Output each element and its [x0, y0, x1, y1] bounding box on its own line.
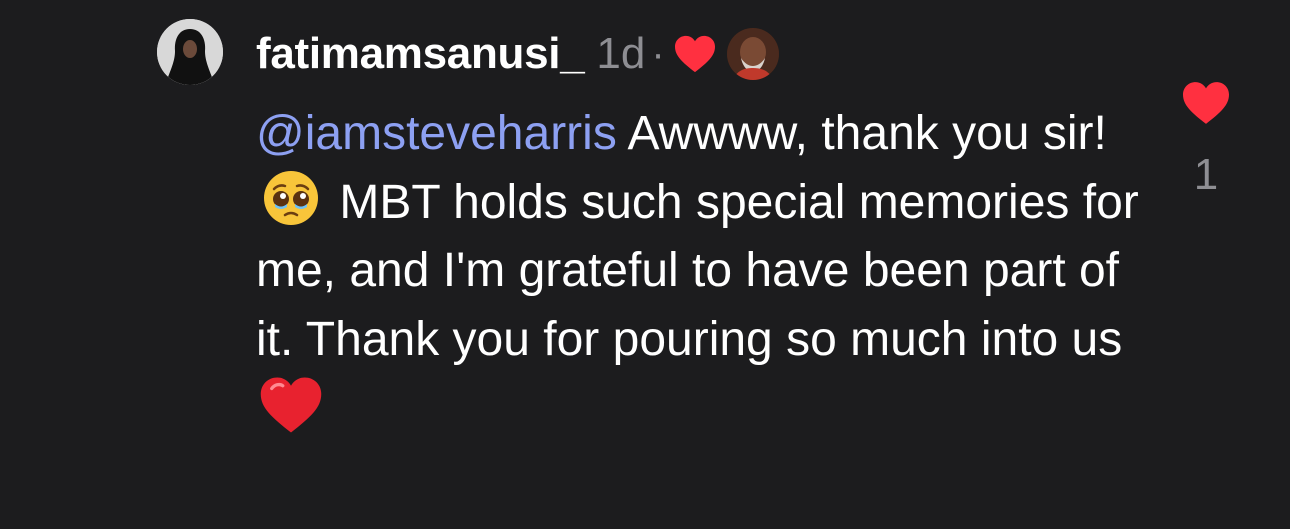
- like-count: 1: [1193, 150, 1219, 199]
- avatar-image: [157, 19, 223, 85]
- comment-text-part2: MBT holds such special memories for me, …: [256, 175, 1139, 366]
- comment-header: fatimamsanusi_ 1d ·: [256, 26, 779, 82]
- pleading-face-emoji-icon: [262, 169, 320, 227]
- commenter-avatar[interactable]: [157, 19, 223, 85]
- creator-avatar: [726, 28, 779, 80]
- comment-body: @iamsteveharris Awwww, thank you sir! MB…: [256, 100, 1156, 446]
- comment-text-part1: Awwww, thank you sir!: [616, 107, 1107, 160]
- creator-liked-heart-icon: [673, 34, 717, 74]
- username-link[interactable]: fatimamsanusi_: [256, 29, 585, 79]
- heart-icon: [1183, 82, 1229, 124]
- comment-timestamp: 1d: [596, 29, 646, 78]
- like-heart-button[interactable]: [1180, 80, 1232, 126]
- separator-dot: ·: [651, 31, 665, 76]
- red-heart-emoji-icon: [258, 374, 324, 436]
- mention-link[interactable]: @iamsteveharris: [256, 107, 617, 160]
- comment: fatimamsanusi_ 1d · @iamsteveharris Awww…: [0, 0, 1290, 529]
